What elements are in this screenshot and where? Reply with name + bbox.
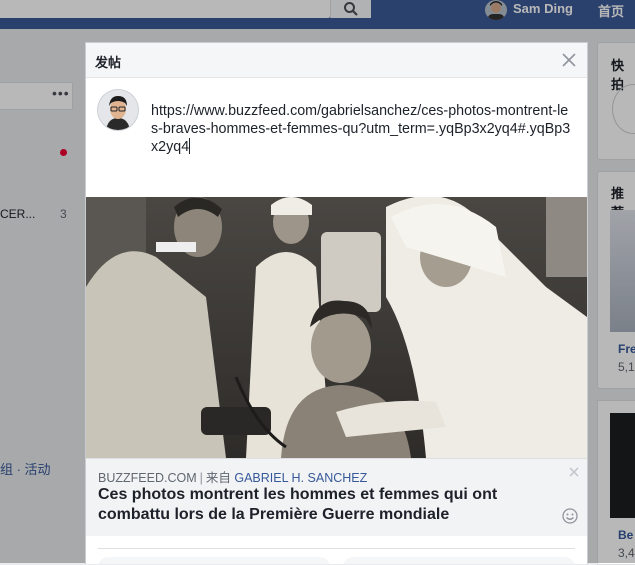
remove-preview-button[interactable]	[568, 465, 580, 477]
composer-text: https://www.buzzfeed.com/gabrielsanchez/…	[151, 103, 571, 155]
close-icon	[569, 467, 579, 477]
dialog-title: 发帖	[95, 55, 122, 70]
close-button[interactable]	[560, 51, 578, 69]
link-preview-author[interactable]: GABRIEL H. SANCHEZ	[234, 471, 367, 485]
link-preview-source: BUZZFEED.COM | 来自 GABRIEL H. SANCHEZ	[98, 467, 367, 486]
link-preview-title[interactable]: Ces photos montrent les hommes et femmes…	[98, 485, 548, 525]
create-post-dialog: 发帖 https://www.buzzfeed.com/gabrielsanch…	[85, 42, 588, 564]
link-preview-image[interactable]	[86, 197, 587, 458]
link-preview-meta[interactable]: BUZZFEED.COM | 来自 GABRIEL H. SANCHEZ Ces p…	[86, 458, 587, 536]
text-caret	[189, 138, 191, 154]
composer-avatar	[98, 90, 138, 130]
dialog-header: 发帖	[86, 43, 587, 78]
link-preview-site: BUZZFEED.COM	[98, 471, 197, 485]
source-separator: |	[199, 471, 203, 485]
dialog-divider	[98, 548, 575, 549]
composer-text-input[interactable]: https://www.buzzfeed.com/gabrielsanchez/…	[151, 102, 571, 156]
close-icon	[562, 53, 576, 67]
emoji-button[interactable]	[562, 508, 578, 524]
from-label: 来自	[205, 471, 231, 485]
smiley-icon	[562, 508, 578, 524]
